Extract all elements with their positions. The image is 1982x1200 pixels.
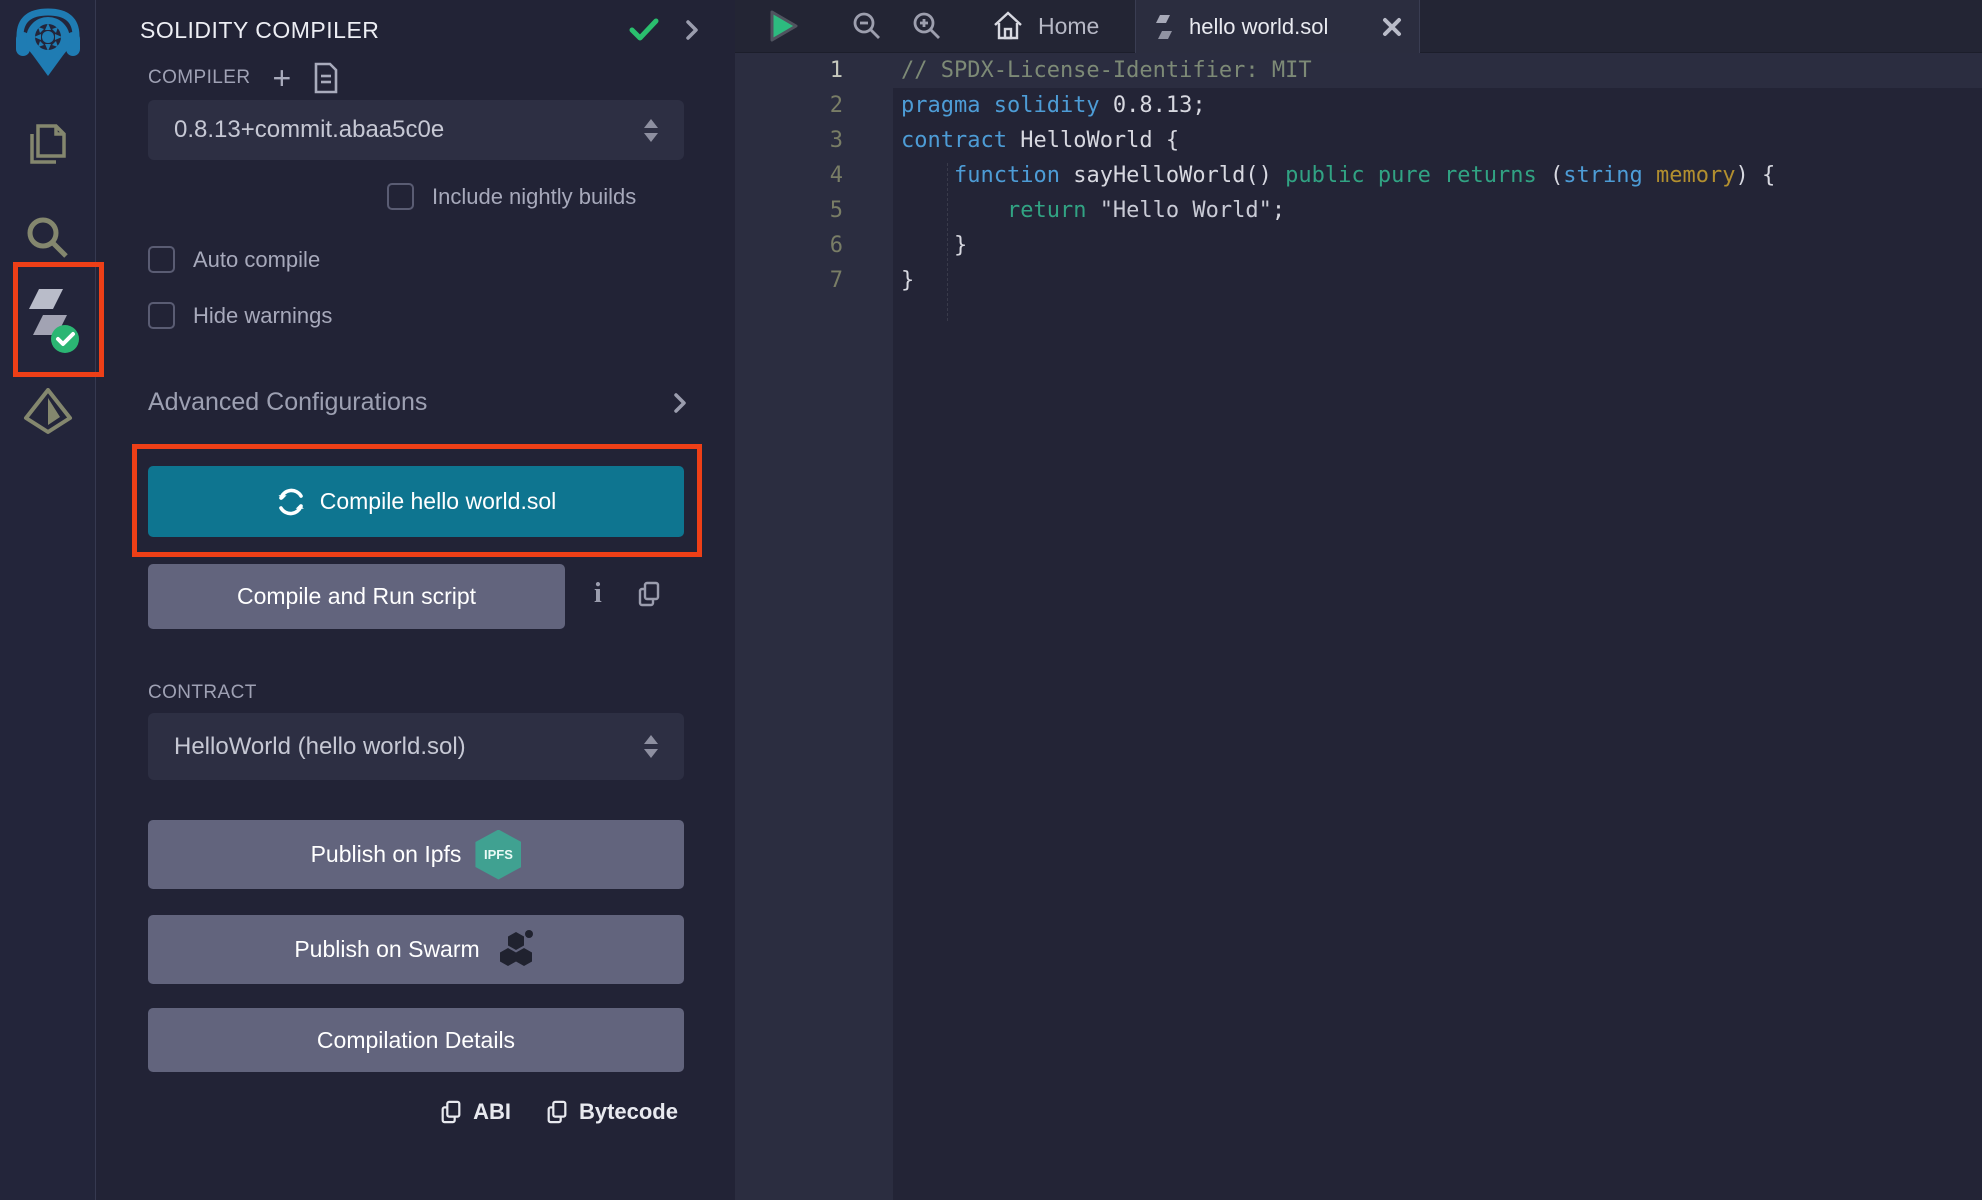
code-line: 3 contract HelloWorld { (735, 123, 1982, 158)
line-number: 7 (735, 268, 893, 293)
code-line: 5 return "Hello World"; (735, 193, 1982, 228)
include-nightly-label: Include nightly builds (432, 184, 636, 210)
remix-ide-app: SOLIDITY COMPILER COMPILER + 0.8.13+comm… (0, 0, 1982, 1200)
info-icon[interactable]: i (594, 578, 602, 610)
publish-ipfs-label: Publish on Ipfs (311, 841, 462, 868)
compiler-doc-icon[interactable] (313, 62, 339, 94)
copy-run-script-icon[interactable] (636, 580, 662, 608)
code-line: 4 function sayHelloWorld() public pure r… (735, 158, 1982, 193)
compilation-details-label: Compilation Details (317, 1027, 515, 1054)
code-line: 2 pragma solidity 0.8.13; (735, 88, 1982, 123)
advanced-configurations-toggle[interactable]: Advanced Configurations (148, 388, 687, 417)
solidity-file-icon (1152, 12, 1176, 42)
compile-button-label: Compile hello world.sol (320, 488, 557, 515)
tab-hello-world-sol[interactable]: hello world.sol (1135, 0, 1420, 53)
file-explorer-icon[interactable] (0, 116, 96, 172)
compile-and-run-button[interactable]: Compile and Run script (148, 564, 565, 629)
activity-bar (0, 0, 96, 1200)
refresh-icon (276, 487, 306, 517)
copy-icon (439, 1098, 463, 1126)
close-tab-icon[interactable] (1381, 16, 1403, 38)
contract-select[interactable]: HelloWorld (hello world.sol) (148, 713, 684, 780)
auto-compile-checkbox[interactable] (148, 246, 175, 273)
tab-home[interactable]: Home (982, 0, 1109, 53)
home-icon (992, 10, 1024, 42)
hide-warnings-checkbox[interactable] (148, 302, 175, 329)
solidity-compiler-icon[interactable] (0, 283, 96, 355)
compiler-version-value: 0.8.13+commit.abaa5c0e (174, 116, 444, 144)
line-number: 5 (735, 198, 893, 223)
run-script-play-button[interactable] (768, 9, 800, 43)
solidity-compiler-panel: SOLIDITY COMPILER COMPILER + 0.8.13+comm… (96, 0, 735, 1200)
line-number: 2 (735, 93, 893, 118)
abi-label: ABI (473, 1099, 511, 1125)
code-editor[interactable]: 1 // SPDX-License-Identifier: MIT 2 prag… (735, 53, 1982, 1200)
copy-bytecode-button[interactable]: Bytecode (545, 1098, 678, 1126)
line-number: 1 (735, 58, 893, 83)
copy-abi-button[interactable]: ABI (439, 1098, 511, 1126)
compiler-version-select[interactable]: 0.8.13+commit.abaa5c0e (148, 100, 684, 160)
line-number: 4 (735, 163, 893, 188)
advanced-configurations-label: Advanced Configurations (148, 388, 673, 417)
panel-title: SOLIDITY COMPILER (140, 17, 629, 44)
compile-button[interactable]: Compile hello world.sol (148, 466, 684, 537)
deploy-run-icon[interactable] (0, 388, 96, 446)
line-number: 6 (735, 233, 893, 258)
hide-warnings-label: Hide warnings (193, 303, 332, 329)
zoom-in-icon[interactable] (912, 11, 942, 41)
include-nightly-checkbox[interactable] (387, 183, 414, 210)
select-spinner-icon (644, 119, 658, 142)
search-icon[interactable] (0, 212, 96, 264)
line-number: 3 (735, 128, 893, 153)
contract-section-label: CONTRACT (148, 682, 257, 704)
compiler-section-label: COMPILER (148, 67, 250, 89)
code-line: 1 // SPDX-License-Identifier: MIT (735, 53, 1982, 88)
zoom-out-icon[interactable] (852, 11, 882, 41)
publish-on-swarm-button[interactable]: Publish on Swarm (148, 915, 684, 984)
publish-on-ipfs-button[interactable]: Publish on Ipfs IPFS (148, 820, 684, 889)
editor-area: Home hello world.sol 1 // SPDX-License-I… (735, 0, 1982, 1200)
ipfs-icon: IPFS (475, 830, 521, 880)
select-spinner-icon (644, 735, 658, 758)
compile-success-check-icon (629, 18, 659, 42)
editor-tabbar: Home hello world.sol (735, 0, 1982, 53)
auto-compile-label: Auto compile (193, 247, 320, 273)
panel-expand-chevron-icon[interactable] (685, 18, 699, 42)
add-compiler-icon[interactable]: + (272, 65, 291, 91)
copy-icon (545, 1098, 569, 1126)
compile-and-run-label: Compile and Run script (237, 583, 476, 610)
advanced-chevron-icon (673, 391, 687, 415)
publish-swarm-label: Publish on Swarm (294, 936, 479, 963)
code-line: 6 } (735, 228, 1982, 263)
remix-logo-icon[interactable] (0, 6, 96, 80)
compilation-details-button[interactable]: Compilation Details (148, 1008, 684, 1072)
bytecode-label: Bytecode (579, 1099, 678, 1125)
copy-row: ABI Bytecode (421, 1098, 678, 1126)
tab-home-label: Home (1038, 13, 1099, 40)
swarm-icon (494, 928, 538, 972)
contract-select-value: HelloWorld (hello world.sol) (174, 733, 466, 761)
tab-file-label: hello world.sol (1189, 14, 1328, 40)
code-line: 7 } (735, 263, 1982, 298)
